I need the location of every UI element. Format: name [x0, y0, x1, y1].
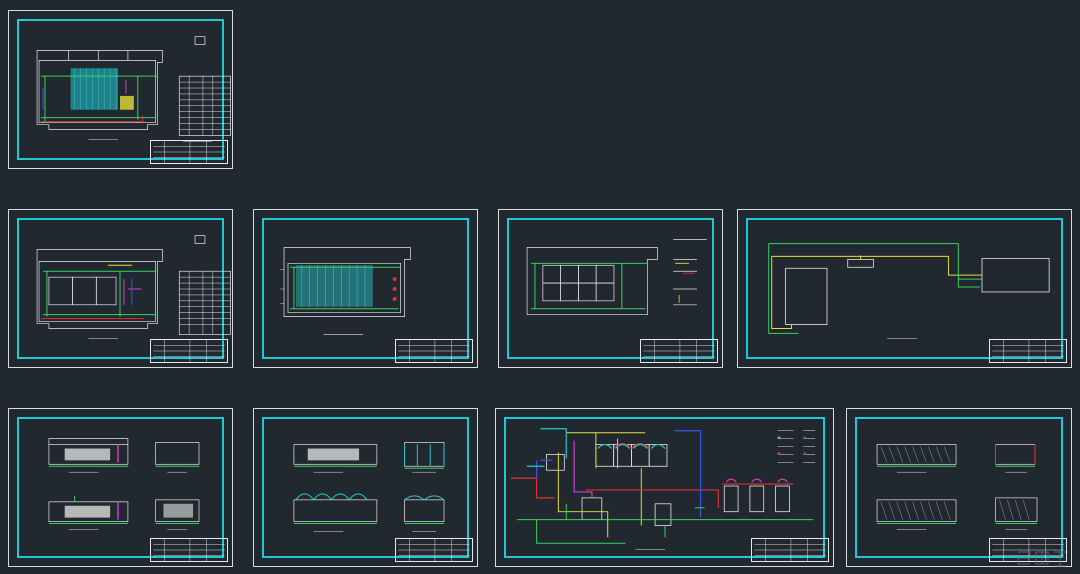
title-block [150, 538, 228, 562]
title-block [150, 339, 228, 363]
drawing-sheet-5[interactable] [737, 209, 1072, 368]
drawing-sheet-9[interactable] [846, 408, 1072, 567]
drawing-sheet-2[interactable] [8, 209, 233, 368]
logo-watermark-icon [1014, 548, 1074, 570]
drawing-sheet-6[interactable] [8, 408, 233, 567]
title-block [395, 538, 473, 562]
drawing-sheet-1[interactable] [8, 10, 233, 169]
title-block [395, 339, 473, 363]
title-block [150, 140, 228, 164]
title-block [989, 339, 1067, 363]
drawing-sheet-7[interactable] [253, 408, 478, 567]
title-block [751, 538, 829, 562]
drawing-sheet-8[interactable] [495, 408, 834, 567]
drawing-sheet-3[interactable] [253, 209, 478, 368]
drawing-sheet-4[interactable] [498, 209, 723, 368]
title-block [640, 339, 718, 363]
